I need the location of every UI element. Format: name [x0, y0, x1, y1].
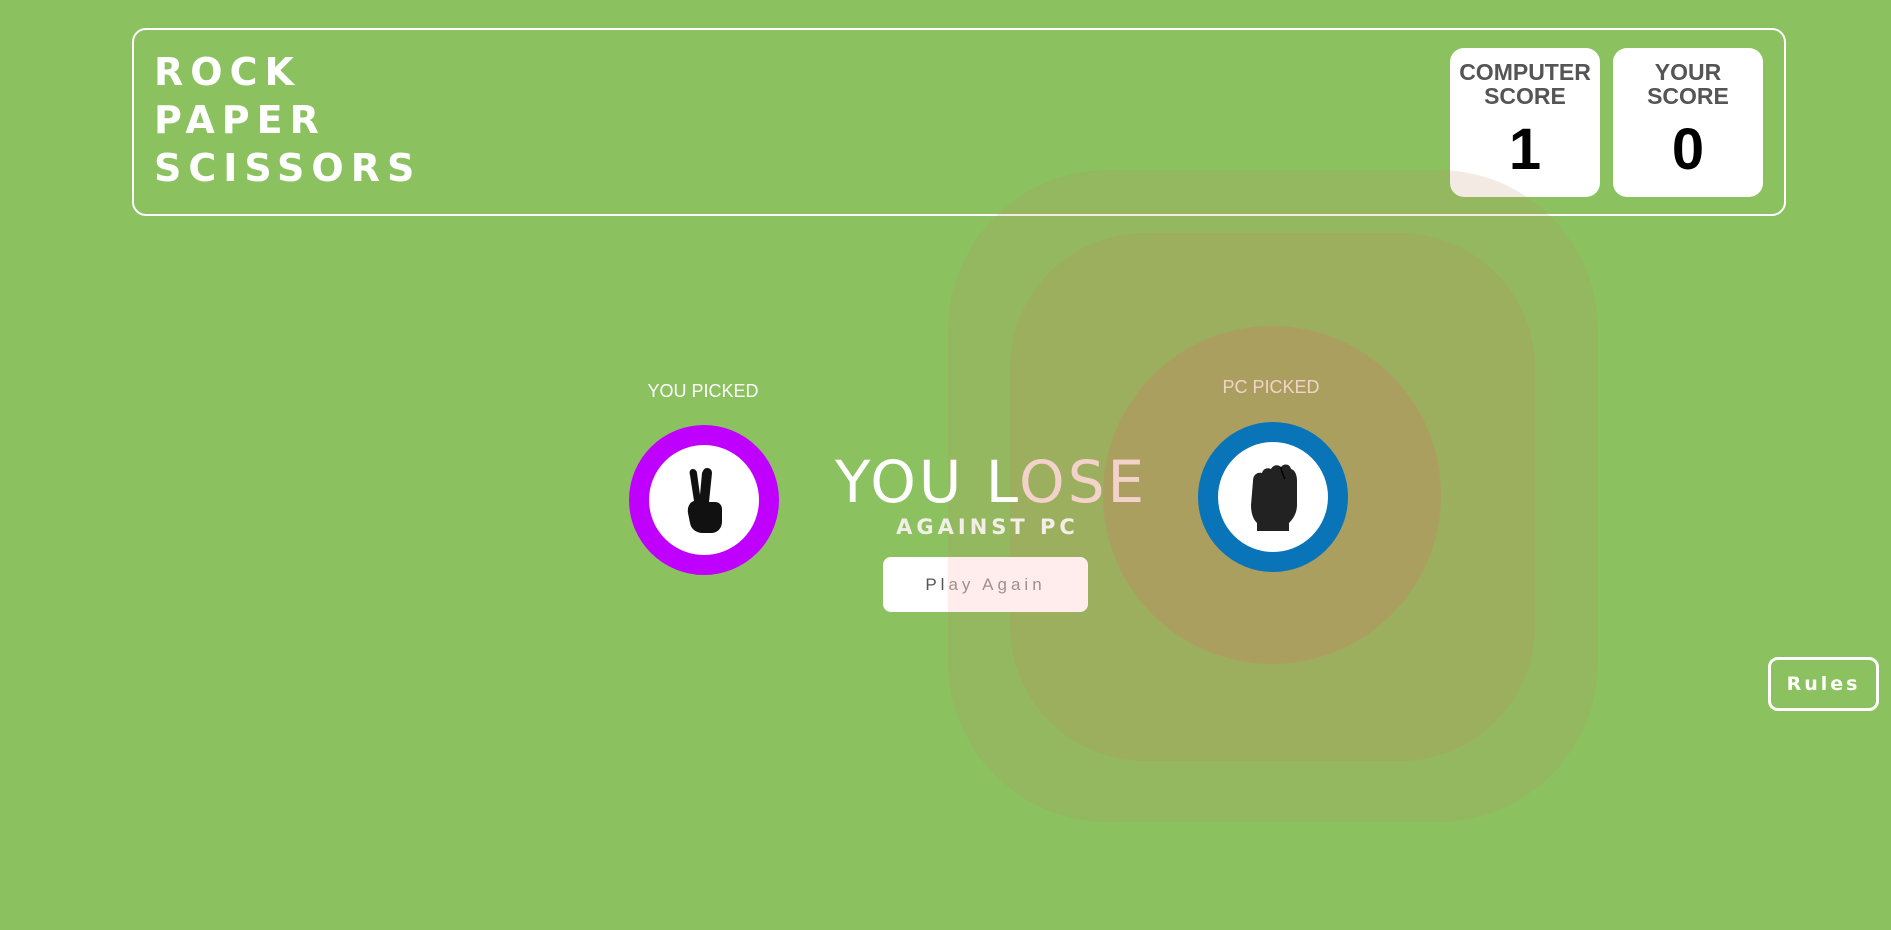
- you-picked-label: YOU PICKED: [647, 381, 759, 401]
- result-title-part2: OSE: [1019, 448, 1148, 516]
- computer-score-value: 1: [1508, 117, 1542, 182]
- rules-button[interactable]: Rules: [1768, 657, 1879, 711]
- play-again-button[interactable]: Play Again: [883, 557, 1088, 612]
- result-title-part1: YOU L: [835, 448, 1020, 516]
- rock-fist-icon: [1243, 461, 1303, 533]
- computer-score-label-line2: SCORE: [1484, 83, 1566, 109]
- pc-choice-rock: [1198, 422, 1348, 572]
- result-subtitle: AGAINST PC: [896, 515, 1079, 539]
- your-score-box: YOUR SCORE 0: [1613, 48, 1763, 197]
- pc-picked-label: PC PICKED: [1222, 377, 1320, 397]
- your-score-label-line2: SCORE: [1647, 83, 1729, 109]
- your-choice-scissors: [629, 425, 779, 575]
- result-title: YOU LOSE: [835, 448, 1147, 516]
- title-line-scissors: SCISSORS: [154, 146, 422, 190]
- game-title: ROCK PAPER SCISSORS: [154, 48, 421, 192]
- computer-score-label: COMPUTER SCORE: [1450, 60, 1600, 108]
- scissors-hand-icon: [679, 465, 729, 535]
- title-line-rock: ROCK: [154, 50, 301, 94]
- computer-score-label-line1: COMPUTER: [1459, 59, 1591, 85]
- title-line-paper: PAPER: [154, 98, 326, 142]
- header: ROCK PAPER SCISSORS COMPUTER SCORE 1 YOU…: [132, 28, 1786, 216]
- your-score-value: 0: [1671, 117, 1705, 182]
- your-score-label-line1: YOUR: [1654, 59, 1722, 85]
- your-score-label: YOUR SCORE: [1613, 60, 1763, 108]
- game-page: ROCK PAPER SCISSORS COMPUTER SCORE 1 YOU…: [0, 0, 1891, 930]
